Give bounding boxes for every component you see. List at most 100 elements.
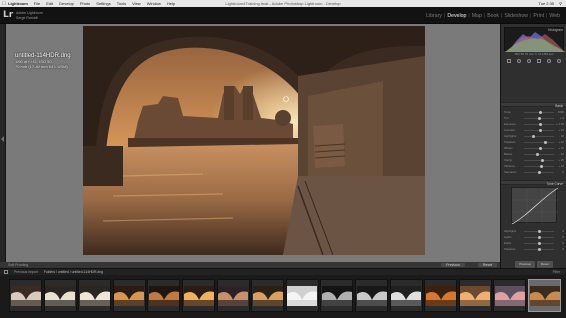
filmstrip-thumbnail[interactable] xyxy=(355,279,388,312)
search-icon[interactable]: ⚲ xyxy=(559,1,562,6)
slider-value[interactable]: + 10 xyxy=(558,146,564,150)
previous-button[interactable]: Previous xyxy=(441,263,465,267)
module-slideshow[interactable]: Slideshow xyxy=(502,13,530,19)
slider-value[interactable]: + 42 xyxy=(558,140,564,144)
slider-knob[interactable] xyxy=(537,241,541,245)
graduated-filter-icon[interactable] xyxy=(537,59,541,63)
slider-value[interactable]: 0 xyxy=(562,241,564,245)
module-book[interactable]: Book xyxy=(485,13,501,19)
filmstrip-thumbnail[interactable] xyxy=(493,279,527,312)
slider-knob[interactable] xyxy=(537,235,541,239)
basic-panel-header[interactable]: Basic xyxy=(501,102,566,108)
slider-knob[interactable] xyxy=(537,247,541,251)
filmstrip-thumbnail[interactable] xyxy=(43,279,77,312)
expand-left-panel-icon[interactable] xyxy=(1,136,4,142)
slider-value[interactable]: 4800 xyxy=(558,110,564,114)
reset-settings-button[interactable]: Reset xyxy=(536,261,553,268)
slider-vibrance[interactable]: Vibrance + 18 xyxy=(504,164,564,168)
slider-value[interactable]: 0 xyxy=(562,247,564,251)
slider-value[interactable]: 0 xyxy=(562,170,564,174)
slider-contrast[interactable]: Contrast + 12 xyxy=(504,128,564,132)
slider-track[interactable] xyxy=(524,159,554,161)
slider-whites[interactable]: Whites + 10 xyxy=(504,146,564,150)
module-develop[interactable]: Develop xyxy=(445,13,468,19)
slider-shadows[interactable]: Shadows + 42 xyxy=(504,140,564,144)
curve-slider-darks[interactable]: Darks 0 xyxy=(504,241,564,245)
reset-button[interactable]: Reset xyxy=(477,263,497,267)
filmstrip-thumbnail[interactable] xyxy=(78,279,112,312)
slider-track[interactable] xyxy=(524,153,554,155)
module-web[interactable]: Web xyxy=(547,13,562,19)
slider-value[interactable]: 0 xyxy=(562,235,564,239)
module-print[interactable]: Print xyxy=(531,13,546,19)
slider-knob[interactable] xyxy=(536,152,539,156)
slider-value[interactable]: + 0.35 xyxy=(556,122,564,126)
slider-knob[interactable] xyxy=(539,122,542,126)
slider-knob[interactable] xyxy=(539,164,543,168)
filmstrip-thumbnail[interactable] xyxy=(147,279,181,312)
filmstrip-thumbnail[interactable] xyxy=(9,279,42,312)
filmstrip-thumbnail[interactable] xyxy=(251,279,285,312)
module-map[interactable]: Map xyxy=(470,13,484,19)
slider-blacks[interactable]: Blacks - 12 xyxy=(504,152,564,156)
slider-knob[interactable] xyxy=(539,110,542,114)
slider-knob[interactable] xyxy=(539,128,543,132)
histogram-title[interactable]: Histogram xyxy=(548,28,563,32)
tone-curve-graph[interactable] xyxy=(511,187,559,225)
slider-value[interactable]: + 18 xyxy=(558,164,564,168)
filmstrip-thumbnail[interactable] xyxy=(424,279,458,312)
spot-removal-icon[interactable] xyxy=(517,59,521,63)
apple-icon[interactable]:  xyxy=(0,1,8,7)
filter-label[interactable]: Filter : xyxy=(553,270,562,274)
tone-curve-panel-header[interactable]: Tone Curve xyxy=(501,180,566,186)
menu-develop[interactable]: Develop xyxy=(59,1,74,6)
slider-value[interactable]: 0 xyxy=(562,229,564,233)
filmstrip-path[interactable]: Folders / untitled / untitled-114HDR.dng xyxy=(44,270,103,274)
slider-knob[interactable] xyxy=(538,116,542,120)
red-eye-icon[interactable] xyxy=(527,59,531,63)
menu-tools[interactable]: Tools xyxy=(117,1,126,6)
module-library[interactable]: Library xyxy=(424,13,444,19)
slider-highlights[interactable]: Highlights - 48 xyxy=(504,134,564,138)
filmstrip-thumbnail[interactable] xyxy=(458,279,492,312)
filmstrip-thumbnail[interactable] xyxy=(320,279,354,312)
slider-value[interactable]: - 48 xyxy=(559,134,564,138)
menu-window[interactable]: Window xyxy=(147,1,161,6)
slider-value[interactable]: + 6 xyxy=(560,116,564,120)
curve-slider-shadows[interactable]: Shadows 0 xyxy=(504,247,564,251)
menu-photo[interactable]: Photo xyxy=(80,1,90,6)
slider-knob[interactable] xyxy=(537,229,541,233)
menu-help[interactable]: Help xyxy=(167,1,175,6)
slider-track[interactable] xyxy=(524,141,554,143)
slider-saturation[interactable]: Saturation 0 xyxy=(504,170,564,174)
soft-proofing-checkbox[interactable]: Soft Proofing xyxy=(8,263,28,267)
filmstrip-thumbnail[interactable] xyxy=(182,279,215,312)
menu-file[interactable]: File xyxy=(34,1,40,6)
slider-value[interactable]: + 12 xyxy=(558,128,564,132)
slider-value[interactable]: - 12 xyxy=(559,152,564,156)
slider-knob[interactable] xyxy=(539,146,542,150)
curve-slider-lights[interactable]: Lights 0 xyxy=(504,235,564,239)
previous-settings-button[interactable]: Previous xyxy=(515,261,535,268)
filmstrip-thumbnail[interactable] xyxy=(216,279,250,312)
radial-filter-icon[interactable] xyxy=(547,59,551,63)
menu-settings[interactable]: Settings xyxy=(96,1,110,6)
slider-tint[interactable]: Tint + 6 xyxy=(504,116,564,120)
slider-exposure[interactable]: Exposure + 0.35 xyxy=(504,122,564,126)
slider-temp[interactable]: Temp 4800 xyxy=(504,110,564,114)
slider-knob[interactable] xyxy=(531,134,535,138)
crop-tool-icon[interactable] xyxy=(507,59,511,63)
slider-value[interactable]: + 25 xyxy=(558,158,564,162)
photo-canvas[interactable]: untitled-114HDR.dng 1/60 at f / 11, ISO … xyxy=(6,24,500,262)
menu-view[interactable]: View xyxy=(132,1,141,6)
slider-knob[interactable] xyxy=(543,140,547,144)
adjustment-brush-icon[interactable] xyxy=(557,59,561,63)
menu-app[interactable]: Lightroom xyxy=(8,1,28,6)
filmstrip-thumbnail[interactable] xyxy=(389,279,423,312)
filmstrip-thumbnail[interactable] xyxy=(112,279,146,312)
slider-knob[interactable] xyxy=(541,158,545,162)
slider-knob[interactable] xyxy=(537,170,541,174)
main-photo[interactable] xyxy=(83,26,425,255)
slider-track[interactable] xyxy=(524,135,554,137)
slider-clarity[interactable]: Clarity + 25 xyxy=(504,158,564,162)
